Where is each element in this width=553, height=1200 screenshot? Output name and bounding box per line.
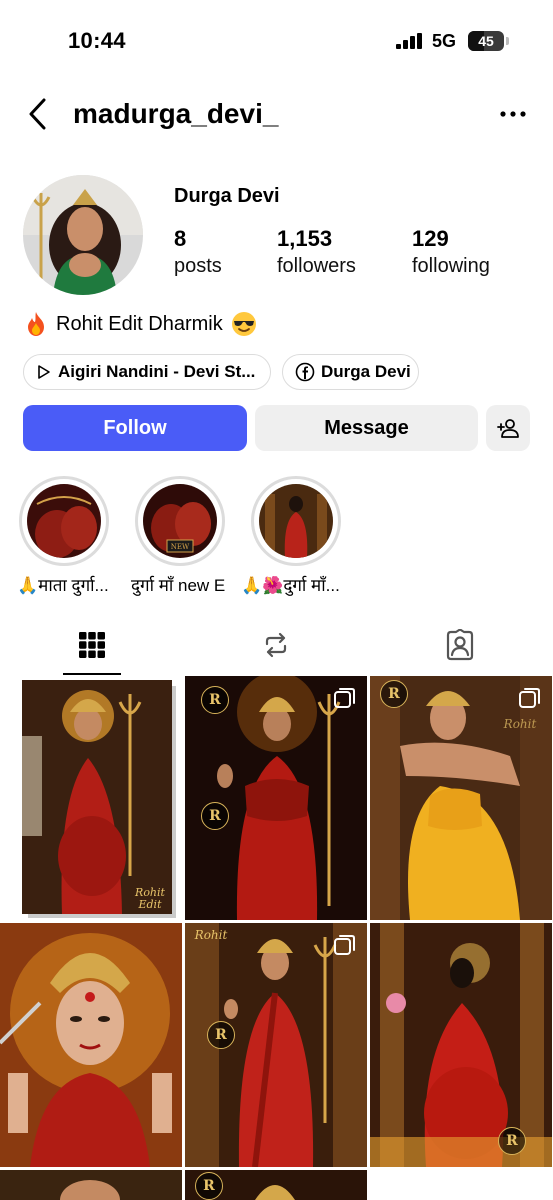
posts-grid: Rohit Edit R R Rohit R Rohit R R R bbox=[0, 676, 553, 1200]
highlight-label: 🙏🌺दुर्गा माँ... bbox=[241, 576, 340, 595]
stat-value: 8 bbox=[174, 226, 187, 251]
post-thumbnail[interactable]: Rohit R bbox=[370, 676, 552, 920]
stat-value: 1,153 bbox=[277, 226, 333, 251]
display-name: Durga Devi bbox=[174, 185, 280, 207]
watermark-logo: R bbox=[201, 802, 229, 830]
post-thumbnail[interactable]: Rohit Edit bbox=[0, 676, 182, 920]
tab-reposts[interactable] bbox=[184, 614, 368, 676]
status-bar: 10:44 5G 45 bbox=[0, 0, 553, 80]
grid-icon bbox=[79, 632, 105, 658]
highlight-image: NEW bbox=[143, 484, 217, 558]
avatar[interactable] bbox=[23, 175, 143, 295]
highlight-item[interactable]: 🙏माता दुर्गा... bbox=[17, 476, 109, 595]
sunglasses-emoji-icon bbox=[231, 312, 256, 336]
highlight-ring bbox=[251, 476, 341, 566]
fire-icon bbox=[28, 312, 44, 336]
battery-cap bbox=[506, 37, 509, 45]
post-thumbnail[interactable] bbox=[0, 1170, 182, 1200]
post-thumbnail[interactable]: R bbox=[370, 923, 552, 1167]
carousel-icon bbox=[519, 688, 540, 708]
tagged-person-icon bbox=[446, 629, 474, 661]
svg-text:Rohit: Rohit bbox=[503, 717, 537, 731]
more-horizontal-icon[interactable] bbox=[496, 102, 530, 126]
chip-label: Aigiri Nandini - Devi St... bbox=[58, 362, 256, 381]
play-icon bbox=[38, 365, 50, 379]
highlight-label: 🙏माता दुर्गा... bbox=[17, 576, 109, 595]
battery-percent: 45 bbox=[478, 33, 494, 49]
message-button[interactable]: Message bbox=[255, 405, 478, 451]
svg-text:NEW: NEW bbox=[171, 543, 190, 551]
highlight-image bbox=[27, 484, 101, 558]
highlight-item[interactable]: NEW दुर्गा माँ new E bbox=[131, 476, 225, 595]
stat-label: posts bbox=[174, 255, 222, 277]
highlight-image bbox=[259, 484, 333, 558]
stat-label: following bbox=[412, 255, 490, 277]
chevron-left-icon[interactable] bbox=[24, 96, 54, 132]
post-thumbnail[interactable]: Rohit R bbox=[185, 923, 367, 1167]
avatar-image bbox=[23, 175, 143, 295]
post-thumbnail[interactable]: R R bbox=[185, 676, 367, 920]
watermark-logo: R bbox=[498, 1127, 526, 1155]
stat-label: followers bbox=[277, 255, 356, 277]
tab-tagged[interactable] bbox=[368, 614, 552, 676]
chip-music[interactable]: Aigiri Nandini - Devi St... bbox=[23, 354, 271, 390]
battery-icon: 45 bbox=[468, 31, 504, 51]
signal-icon bbox=[396, 33, 422, 49]
watermark-logo: R bbox=[380, 680, 408, 708]
tab-posts-grid[interactable] bbox=[0, 614, 184, 676]
stat-posts[interactable]: 8 posts bbox=[174, 226, 222, 278]
profile-tabs bbox=[0, 614, 553, 676]
stat-followers[interactable]: 1,153 followers bbox=[277, 226, 356, 278]
facebook-icon bbox=[295, 362, 315, 382]
add-user-icon bbox=[497, 419, 519, 438]
follow-button[interactable]: Follow bbox=[23, 405, 247, 451]
carousel-icon bbox=[334, 688, 355, 708]
profile-header: madurga_devi_ bbox=[0, 90, 553, 140]
chip-facebook[interactable]: Durga Devi bbox=[282, 354, 419, 390]
bio: Rohit Edit Dharmik bbox=[24, 311, 257, 337]
bio-text: Rohit Edit Dharmik bbox=[56, 312, 223, 335]
chip-label: Durga Devi bbox=[321, 362, 411, 381]
reels-repost-icon bbox=[265, 632, 287, 658]
svg-text:Edit: Edit bbox=[137, 898, 162, 911]
username-title: madurga_devi_ bbox=[73, 98, 279, 129]
watermark-logo: R bbox=[195, 1172, 223, 1200]
watermark-logo: R bbox=[207, 1021, 235, 1049]
stat-value: 129 bbox=[412, 226, 449, 251]
highlight-item[interactable]: 🙏🌺दुर्गा माँ... bbox=[241, 476, 341, 595]
highlight-label: दुर्गा माँ new E bbox=[131, 576, 226, 595]
add-user-button[interactable] bbox=[486, 405, 530, 451]
post-thumbnail[interactable]: R bbox=[185, 1170, 367, 1200]
carousel-icon bbox=[334, 935, 355, 955]
svg-text:Rohit: Rohit bbox=[194, 928, 228, 942]
watermark-logo: R bbox=[201, 686, 229, 714]
stat-following[interactable]: 129 following bbox=[412, 226, 490, 278]
highlight-ring: NEW bbox=[135, 476, 225, 566]
active-tab-indicator bbox=[63, 673, 121, 675]
network-label: 5G bbox=[432, 31, 457, 51]
post-thumbnail[interactable] bbox=[0, 923, 182, 1167]
status-time: 10:44 bbox=[68, 28, 126, 53]
highlight-ring bbox=[19, 476, 109, 566]
